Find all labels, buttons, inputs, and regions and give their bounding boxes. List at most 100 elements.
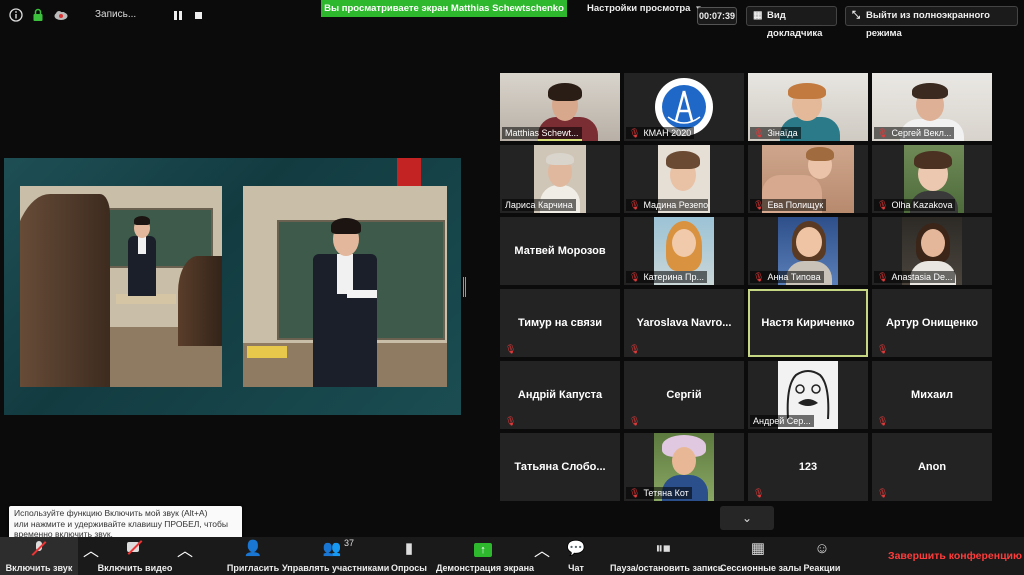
muted-mic-icon: 🎙 bbox=[505, 416, 517, 426]
chat-label: Чат bbox=[568, 563, 584, 573]
end-meeting-button[interactable]: Завершить конференцию bbox=[886, 537, 1024, 575]
lock-icon[interactable] bbox=[31, 8, 45, 22]
participant-tile[interactable]: 🎙 Ева Полищук bbox=[748, 145, 868, 213]
speaker-view-button[interactable]: ▦ Вид докладчика bbox=[746, 6, 837, 39]
participant-name: Yaroslava Navro... bbox=[636, 317, 732, 329]
unmute-button[interactable]: Включить звук bbox=[0, 537, 78, 575]
participant-tile[interactable]: 🎙 Катерина Пр... bbox=[624, 217, 744, 285]
muted-mic-icon: 🎙 bbox=[629, 344, 641, 354]
exit-fullscreen-button[interactable]: ⤡ Выйти из полноэкранного режима bbox=[845, 6, 1018, 39]
muted-mic-icon: 🎙 bbox=[877, 272, 889, 282]
bar-chart-icon: ▮ bbox=[404, 540, 414, 557]
pause-icon[interactable] bbox=[174, 11, 182, 20]
video-options-chevron-icon[interactable]: ︿ bbox=[177, 537, 193, 561]
participant-tile[interactable]: Yaroslava Navro... 🎙 bbox=[624, 289, 744, 357]
breakout-rooms-button[interactable]: ▦ Сессионные залы bbox=[720, 537, 801, 575]
muted-mic-icon: 🎙 bbox=[753, 488, 765, 498]
invite-label: Пригласить bbox=[226, 563, 280, 573]
participant-tile[interactable]: Андрей Сер... bbox=[748, 361, 868, 429]
tooltip-line: или нажмите и удерживайте клавишу ПРОБЕЛ… bbox=[14, 518, 228, 529]
chat-button[interactable]: 💬 Чат bbox=[560, 537, 592, 575]
next-page-button[interactable]: ⌄ bbox=[720, 506, 774, 530]
participant-name: Настя Кириченко bbox=[761, 317, 855, 329]
participant-name: Андрій Капуста bbox=[517, 389, 603, 401]
muted-mic-icon: 🎙 bbox=[877, 200, 889, 210]
participant-name: Сергій bbox=[666, 389, 702, 401]
participant-tile[interactable]: 🎙Мадина Резепо... bbox=[624, 145, 744, 213]
chat-icon: 💬 bbox=[566, 540, 586, 557]
participant-tile[interactable]: 🎙 Тетяна Кот bbox=[624, 433, 744, 501]
exit-fullscreen-icon: ⤡ bbox=[852, 10, 860, 21]
reactions-button[interactable]: ☺ Реакции bbox=[802, 537, 842, 575]
polls-button[interactable]: ▮ Опросы bbox=[388, 537, 430, 575]
participant-name-label: 🎙 Анна Типова bbox=[750, 271, 824, 283]
participant-tile[interactable]: Тимур на связи 🎙 bbox=[500, 289, 620, 357]
participant-tile[interactable]: 🎙 КМАН 2020 bbox=[624, 73, 744, 141]
shared-screen bbox=[4, 158, 461, 415]
participant-tile[interactable]: Артур Онищенко 🎙 bbox=[872, 289, 992, 357]
muted-mic-icon: 🎙 bbox=[877, 344, 889, 354]
muted-mic-icon: 🎙 bbox=[505, 344, 517, 354]
cloud-icon[interactable] bbox=[53, 8, 69, 22]
participant-tile[interactable]: Андрій Капуста 🎙 bbox=[500, 361, 620, 429]
share-screen-button[interactable]: ↑ Демонстрация экрана bbox=[436, 537, 535, 575]
manage-participants-button[interactable]: 👥 37 Управлять участниками bbox=[282, 537, 390, 575]
pause-stop-recording-label: Пауза/остановить запись bbox=[610, 563, 724, 573]
slide-red-square bbox=[397, 158, 421, 186]
muted-mic-icon: 🎙 bbox=[629, 416, 641, 426]
speaker-view-label: Вид докладчика bbox=[767, 10, 823, 39]
recording-label: Запись... bbox=[95, 9, 137, 20]
participant-tile-active-speaker[interactable]: Настя Кириченко bbox=[748, 289, 868, 357]
participant-name: 123 bbox=[798, 461, 818, 473]
participant-tile[interactable]: 🎙 Olha Kazakova bbox=[872, 145, 992, 213]
participant-gallery: Matthias Schewt... 🎙 КМАН 2020 🎙 Зінаїда 🎙… bbox=[500, 73, 994, 503]
participant-tile[interactable]: Matthias Schewt... bbox=[500, 73, 620, 141]
muted-mic-icon: 🎙 bbox=[629, 272, 641, 282]
info-icon[interactable] bbox=[9, 8, 23, 22]
start-video-button[interactable]: Включить видео bbox=[96, 537, 174, 575]
participant-tile[interactable]: 🎙 Anastasia De... bbox=[872, 217, 992, 285]
participant-name: Anon bbox=[917, 461, 947, 473]
stop-icon[interactable] bbox=[195, 12, 202, 19]
participant-name: Михаил bbox=[911, 389, 953, 401]
participant-name-label: Андрей Сер... bbox=[750, 415, 814, 427]
invite-button[interactable]: 👤 Пригласить bbox=[226, 537, 280, 575]
participant-tile[interactable]: Матвей Морозов bbox=[500, 217, 620, 285]
participant-name-label: 🎙 Катерина Пр... bbox=[626, 271, 707, 283]
share-options-chevron-icon[interactable]: ︿ bbox=[534, 537, 550, 561]
breakout-rooms-icon: ▦ bbox=[750, 540, 766, 557]
manage-participants-label: Управлять участниками bbox=[282, 563, 390, 573]
participant-tile[interactable]: 🎙 Зінаїда bbox=[748, 73, 868, 141]
meeting-toolbar: Включить звук ︿ Включить видео ︿ 👤 Пригл… bbox=[0, 537, 1024, 575]
participant-name-label: 🎙Мадина Резепо... bbox=[626, 199, 708, 211]
unmute-label: Включить звук bbox=[5, 563, 73, 573]
participant-tile[interactable]: Anon 🎙 bbox=[872, 433, 992, 501]
muted-mic-icon: 🎙 bbox=[877, 488, 889, 498]
add-user-icon: 👤 bbox=[243, 540, 263, 557]
chevron-down-icon: ⌄ bbox=[741, 511, 753, 525]
participant-name-label: Лариса Карчина bbox=[502, 199, 576, 211]
participant-tile[interactable]: Михаил 🎙 bbox=[872, 361, 992, 429]
pause-stop-recording-button[interactable]: ⏸⏹ Пауза/остановить запись bbox=[610, 537, 724, 575]
participant-tile[interactable]: Татьяна Слобо... bbox=[500, 433, 620, 501]
participant-name-label: 🎙 Ева Полищук bbox=[750, 199, 827, 211]
screen-share-banner: Вы просматриваете экран Matthias Schewts… bbox=[321, 0, 567, 17]
meeting-timer: 00:07:39 bbox=[697, 7, 737, 25]
participant-tile[interactable]: 123 🎙 bbox=[748, 433, 868, 501]
participant-name-label: 🎙 Сергей Векл... bbox=[874, 127, 955, 139]
muted-mic-icon: 🎙 bbox=[629, 200, 641, 210]
participant-tile[interactable]: Лариса Карчина bbox=[500, 145, 620, 213]
participant-name-label: 🎙 Olha Kazakova bbox=[874, 199, 956, 211]
panel-splitter-handle[interactable] bbox=[463, 277, 466, 297]
smiley-plus-icon: ☺ bbox=[814, 540, 830, 557]
participant-tile[interactable]: 🎙 Анна Типова bbox=[748, 217, 868, 285]
muted-mic-icon: 🎙 bbox=[753, 128, 765, 138]
view-options-dropdown[interactable]: Настройки просмотра▼ bbox=[587, 3, 702, 14]
start-video-label: Включить видео bbox=[97, 563, 173, 573]
share-screen-label: Демонстрация экрана bbox=[436, 563, 535, 573]
participant-tile[interactable]: Сергій 🎙 bbox=[624, 361, 744, 429]
tooltip-line: Используйте функцию Включить мой звук (A… bbox=[14, 508, 208, 518]
participant-name: Тимур на связи bbox=[517, 317, 602, 329]
participant-tile[interactable]: 🎙 Сергей Векл... bbox=[872, 73, 992, 141]
muted-mic-icon bbox=[29, 540, 49, 558]
